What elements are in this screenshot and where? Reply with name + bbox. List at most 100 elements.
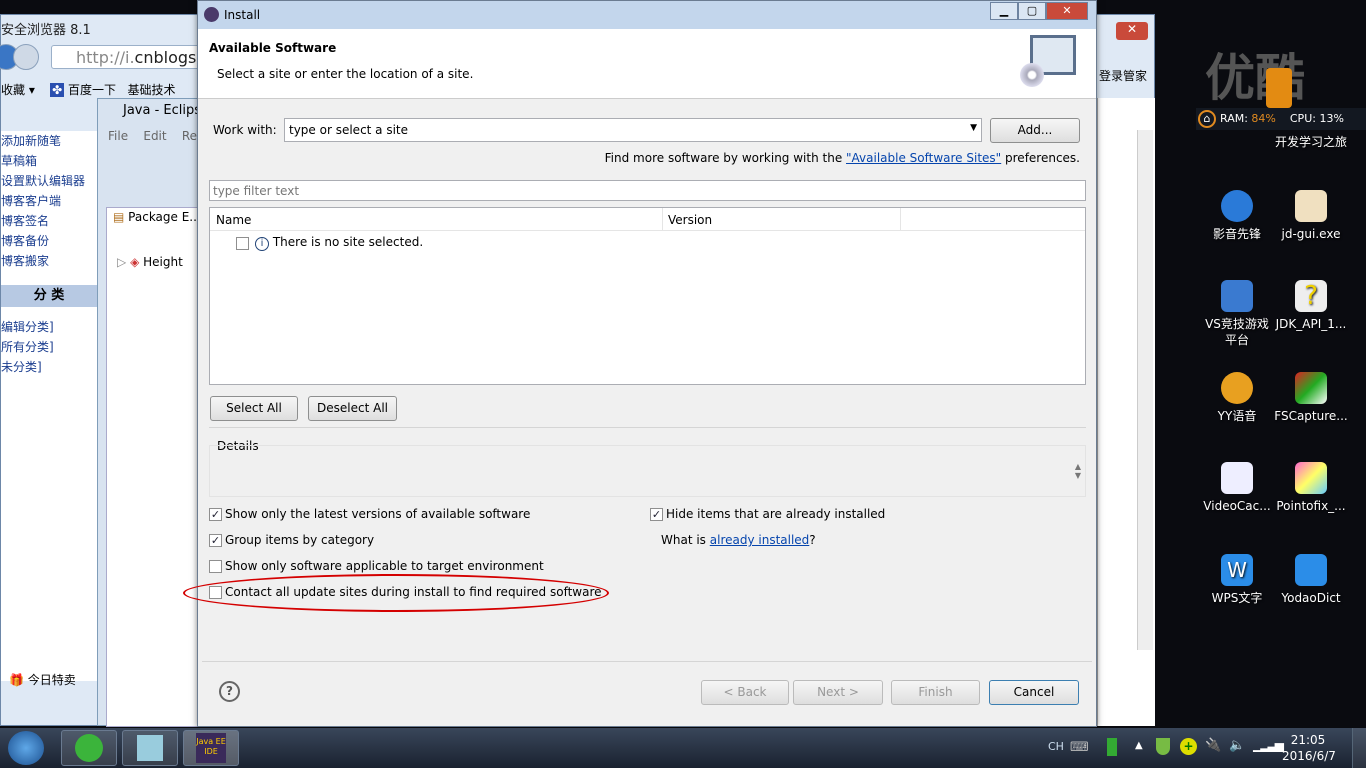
desktop-icon[interactable]: W WPS文字 [1200,554,1274,606]
desktop-icon[interactable]: Pointofix_... [1274,462,1348,514]
desktop-icon[interactable]: YodaoDict [1274,554,1348,606]
table-row: i There is no site selected. [255,235,423,251]
category-link[interactable]: 未分类] [1,357,54,377]
security-shield-icon[interactable] [1156,738,1170,755]
category-header: 分 类 [1,285,97,307]
language-indicator[interactable]: CH [1048,740,1064,753]
menu-edit[interactable]: Edit [143,129,166,143]
show-desktop-button[interactable] [1352,728,1366,768]
finish-button[interactable]: Finish [891,680,980,705]
desktop-icon[interactable]: 影音先锋 [1200,190,1274,242]
red-highlight-ellipse [183,574,609,612]
work-with-combo[interactable]: type or select a site ▼ [284,118,982,142]
youdao-icon [1295,554,1327,586]
maximize-button[interactable]: ▢ [1018,2,1046,20]
menu-refactor[interactable]: Re [182,129,197,143]
back-button[interactable]: < Back [701,680,789,705]
player-icon [1221,190,1253,222]
hide-installed-label: Hide items that are already installed [666,507,886,521]
broom-icon[interactable]: ⌂ [1198,110,1216,128]
fav-baidu[interactable]: 百度一下 [68,83,116,97]
taskbar-eclipse[interactable]: Java EE IDE [183,730,239,766]
desktop-icon[interactable]: FSCapture... [1274,372,1348,424]
sidebar-link[interactable]: 设置默认编辑器 [1,171,97,191]
available-software-sites-link[interactable]: "Available Software Sites" [846,151,1001,165]
usb-icon[interactable] [1266,68,1292,108]
desktop-icon[interactable]: VS竞技游戏平台 [1200,280,1274,348]
what-is-installed: What is already installed? [661,533,816,547]
favorites-bar: 收藏 ▾ ✤ 百度一下 基础技术 [1,81,175,98]
eclipse-window: Java - Eclipse File Edit Re ▤ Package E.… [97,98,216,727]
sidebar-link[interactable]: 草稿箱 [1,151,97,171]
show-hidden-icons[interactable]: ▲ [1135,740,1143,751]
scrollbar[interactable] [1137,130,1153,650]
minimize-button[interactable]: ▁ [990,2,1018,20]
blog-sidebar: 添加新随笔 草稿箱 设置默认编辑器 博客客户端 博客签名 博客备份 博客搬家 [1,131,97,681]
dropdown-arrow-icon[interactable]: ▼ [970,123,977,133]
dialog-titlebar[interactable]: Install ▁ ▢ ✕ [198,1,1096,29]
project-item[interactable]: ▷ ◈ Height [117,255,183,269]
address-bar[interactable]: http://i.cnblogs. [51,45,211,69]
login-manager[interactable]: 登录管家 [1099,67,1147,84]
yy-icon [1221,372,1253,404]
desktop-icon[interactable]: VideoCac... [1200,462,1274,514]
filter-input[interactable]: type filter text [209,180,1086,201]
fscapture-icon [1295,372,1327,404]
add-button[interactable]: Add... [990,118,1080,143]
category-link[interactable]: 编辑分类] [1,317,54,337]
taskbar-notepad[interactable] [122,730,178,766]
table-header: Name Version [210,208,1085,231]
find-more-text: Find more software by working with the "… [604,151,1080,165]
close-button[interactable]: ✕ [1046,2,1088,20]
help-icon[interactable]: ? [219,681,240,702]
start-button[interactable] [8,731,44,765]
spinner-icon[interactable]: ▲ ▼ [1075,462,1081,480]
usb-tray-icon[interactable] [1107,738,1117,756]
clock[interactable]: 21:05 2016/6/7 [1282,732,1336,764]
sidebar-link[interactable]: 博客客户端 [1,191,97,211]
dialog-header: Available Software Select a site or ente… [198,29,1096,99]
column-name[interactable]: Name [216,213,251,227]
taskbar-browser[interactable] [61,730,117,766]
desktop-folder[interactable]: 开发学习之旅 [1274,134,1348,150]
java-ee-icon: Java EE IDE [196,733,226,763]
baidu-icon: ✤ [50,83,65,97]
select-all-button[interactable]: Select All [210,396,298,421]
deselect-all-button[interactable]: Deselect All [308,396,397,421]
browser-close-button[interactable]: ✕ [1116,22,1148,40]
browser-title: 安全浏览器 8.1 [1,23,91,38]
forward-button[interactable] [13,44,39,70]
today-deals[interactable]: 🎁 今日特卖 [9,671,76,688]
sidebar-link[interactable]: 博客备份 [1,231,97,251]
row-checkbox[interactable] [236,237,249,250]
sidebar-link[interactable]: 博客签名 [1,211,97,231]
desktop-icon[interactable]: YY语音 [1200,372,1274,424]
info-icon: i [255,237,269,251]
install-dialog: Install ▁ ▢ ✕ Available Software Select … [183,0,1097,727]
column-version[interactable]: Version [668,213,712,227]
menu-file[interactable]: File [108,129,128,143]
already-installed-link[interactable]: already installed [710,533,810,547]
group-by-category-checkbox[interactable]: ✓ [209,534,222,547]
next-button[interactable]: Next > [793,680,883,705]
network-signal-icon[interactable]: ▁▂▃▅ [1253,738,1284,752]
target-env-checkbox[interactable] [209,560,222,573]
project-icon: ◈ [130,255,140,269]
plus-tray-icon[interactable]: + [1180,738,1197,755]
category-link[interactable]: 所有分类] [1,337,54,357]
volume-icon[interactable]: 🔈 [1229,738,1245,753]
sidebar-link[interactable]: 博客搬家 [1,251,97,271]
details-area: ▲ ▼ [209,445,1086,497]
latest-versions-label: Show only the latest versions of availab… [225,507,531,521]
desktop-icon[interactable]: ? JDK_API_1... [1274,280,1348,332]
hide-installed-checkbox[interactable]: ✓ [650,508,663,521]
package-explorer-tab[interactable]: ▤ Package E... [113,210,201,224]
cancel-button[interactable]: Cancel [989,680,1079,705]
latest-versions-checkbox[interactable]: ✓ [209,508,222,521]
sidebar-link[interactable]: 添加新随笔 [1,131,97,151]
desktop-icon[interactable]: jd-gui.exe [1274,190,1348,242]
fav-basic[interactable]: 基础技术 [127,83,175,97]
keyboard-icon[interactable]: ⌨ [1070,740,1089,755]
power-icon[interactable]: 🔌 [1205,738,1221,753]
favorites-menu[interactable]: 收藏 ▾ [1,83,35,97]
